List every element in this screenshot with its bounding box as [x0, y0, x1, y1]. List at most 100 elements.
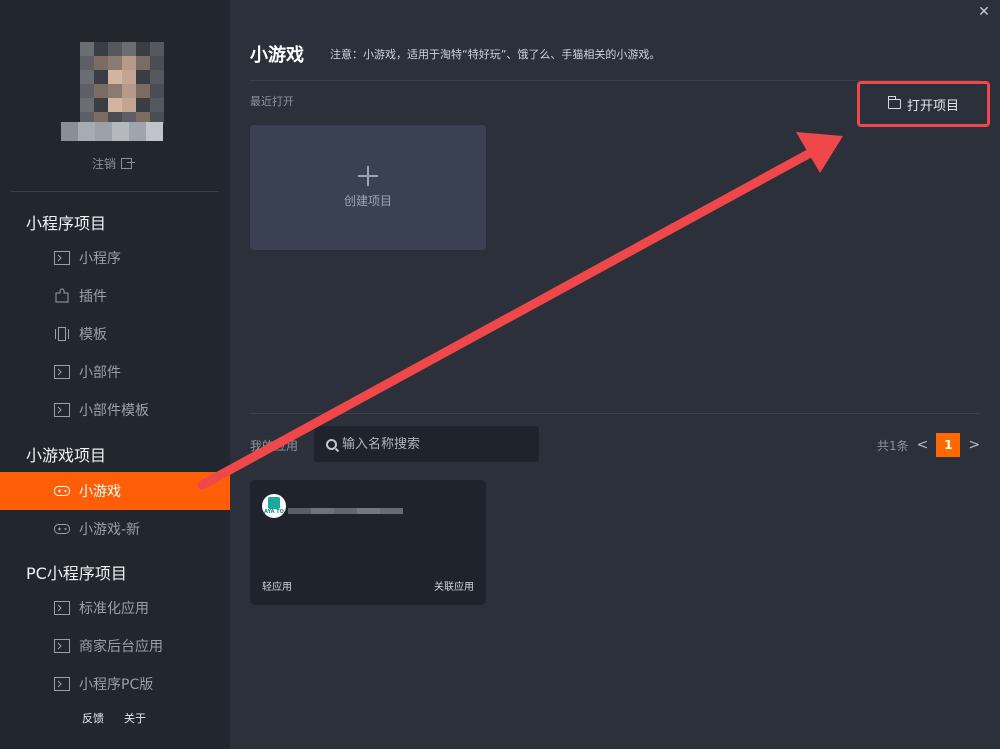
sidebar-item-label: 商家后台应用 [79, 639, 163, 655]
app-logo-text: AYA TO [264, 509, 284, 515]
gamepad-icon [54, 483, 70, 499]
avatar-pixel [122, 70, 136, 84]
app-card[interactable]: AYA TO 轻应用 关联应用 [250, 480, 486, 605]
avatar-pixel [94, 70, 108, 84]
linked-app-link[interactable]: 关联应用 [434, 578, 474, 593]
sidebar-item-minigame[interactable]: 小游戏 [0, 472, 230, 510]
avatar-pixel [122, 84, 136, 98]
sidebar-item-label: 标准化应用 [79, 601, 149, 617]
terminal-icon [54, 638, 70, 654]
sidebar-item-merchant-app[interactable]: 商家后台应用 [0, 627, 230, 665]
sidebar-item-label: 小部件 [79, 365, 121, 381]
avatar-pixel [80, 42, 94, 56]
section-title-pc-miniapp: PC小程序项目 [26, 564, 127, 583]
avatar-pixel [80, 98, 94, 112]
terminal-icon [54, 402, 70, 418]
search-input[interactable] [342, 436, 522, 452]
folder-icon [887, 96, 901, 109]
avatar-pixel [136, 84, 150, 98]
prev-page-button[interactable]: < [917, 437, 929, 453]
avatar-pixel [122, 98, 136, 112]
terminal-icon [54, 250, 70, 266]
avatar-pixel [94, 42, 108, 56]
avatar-pixel [136, 56, 150, 70]
my-apps-label: 我的应用 [250, 439, 299, 453]
avatar-pixel [122, 56, 136, 70]
logout-button[interactable]: 注销 [92, 155, 136, 172]
avatar-pixel [136, 42, 150, 56]
app-logo: AYA TO [262, 494, 286, 518]
avatar-pixel [108, 98, 122, 112]
avatar-pixel [150, 70, 164, 84]
app-logo-mark [268, 497, 280, 509]
sidebar-item-label: 小游戏 [79, 484, 121, 500]
app-type-label: 轻应用 [262, 582, 292, 593]
logout-label: 注销 [92, 157, 117, 171]
avatar-pixel [150, 42, 164, 56]
about-link[interactable]: 关于 [124, 710, 146, 726]
search-box[interactable] [314, 426, 539, 462]
terminal-icon [54, 676, 70, 692]
sidebar-item-label: 插件 [79, 289, 107, 305]
sidebar-footer: 反馈 关于 [82, 710, 146, 726]
avatar-pixel [80, 84, 94, 98]
app-name-blurred [288, 508, 403, 514]
sidebar-item-miniapp[interactable]: 小程序 [0, 239, 230, 277]
section-title-miniapp: 小程序项目 [26, 214, 107, 233]
create-project-label: 创建项目 [343, 194, 392, 208]
sidebar-item-label: 小程序PC版 [79, 677, 154, 693]
section-divider [250, 413, 980, 414]
avatar-pixel [108, 56, 122, 70]
sidebar-item-template[interactable]: 模板 [0, 315, 230, 353]
avatar-pixel [108, 70, 122, 84]
next-page-button[interactable]: > [968, 437, 980, 453]
current-page-button[interactable]: 1 [936, 433, 961, 457]
notice-text: 注意：小游戏，适用于淘特“特好玩”、饿了么、手猫相关的小游戏。 [330, 48, 661, 61]
username-blurred [61, 122, 163, 141]
avatar-pixel [136, 70, 150, 84]
sidebar-divider [11, 191, 219, 192]
open-project-label: 打开项目 [906, 98, 959, 114]
sidebar-item-miniapp-pc[interactable]: 小程序PC版 [0, 665, 230, 703]
sidebar-item-standard-app[interactable]: 标准化应用 [0, 589, 230, 627]
sidebar-item-label: 小部件模板 [79, 403, 149, 419]
avatar-pixel [80, 70, 94, 84]
avatar-pixel [150, 56, 164, 70]
sidebar-item-label: 小程序 [79, 251, 121, 267]
sidebar-item-label: 模板 [79, 327, 107, 343]
avatar[interactable] [80, 42, 164, 124]
close-icon[interactable]: ✕ [976, 4, 992, 20]
total-count: 共1条 [877, 438, 909, 453]
avatar-pixel [94, 98, 108, 112]
pagination: 共1条 < 1 > [877, 433, 980, 457]
avatar-pixel [122, 42, 136, 56]
avatar-pixel [136, 98, 150, 112]
create-project-card[interactable]: 创建项目 [250, 125, 486, 250]
avatar-pixel [108, 42, 122, 56]
sidebar-item-label: 小游戏-新 [79, 522, 141, 538]
open-project-button[interactable]: 打开项目 [857, 81, 990, 127]
logout-icon [121, 158, 136, 169]
sidebar-item-plugin[interactable]: 插件 [0, 277, 230, 315]
annotation-arrow-head [796, 132, 843, 173]
feedback-link[interactable]: 反馈 [82, 710, 104, 726]
sidebar-item-widget[interactable]: 小部件 [0, 353, 230, 391]
gamepad-icon [54, 521, 70, 537]
sidebar: 注销 小程序项目 小程序 插件 模板 小部件 小部件模板 小游戏项目 小游戏 小… [0, 0, 230, 749]
terminal-icon [54, 600, 70, 616]
page-title: 小游戏 [250, 45, 304, 66]
avatar-pixel [108, 84, 122, 98]
avatar-pixel [94, 56, 108, 70]
puzzle-icon [54, 288, 70, 304]
avatar-pixel [150, 98, 164, 112]
search-icon [326, 438, 337, 450]
avatar-pixel [94, 84, 108, 98]
sidebar-item-minigame-new[interactable]: 小游戏-新 [0, 510, 230, 548]
avatar-pixel [150, 84, 164, 98]
terminal-icon [54, 364, 70, 380]
plus-icon [358, 166, 378, 186]
sidebar-item-widget-template[interactable]: 小部件模板 [0, 391, 230, 429]
recent-label: 最近打开 [250, 95, 294, 108]
avatar-pixel [80, 56, 94, 70]
section-title-minigame: 小游戏项目 [26, 446, 107, 465]
